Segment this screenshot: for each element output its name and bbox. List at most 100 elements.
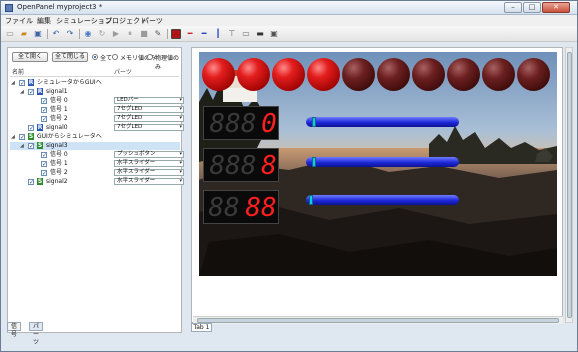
horizontal-slider-2[interactable] [306, 157, 459, 167]
lamp-indicator [342, 58, 375, 91]
horizontal-slider-1[interactable] [306, 117, 459, 127]
filter-memory-radio[interactable] [112, 54, 118, 60]
tab-signals[interactable]: 信号 [7, 322, 22, 338]
build-icon[interactable]: ✎ [153, 29, 163, 39]
chevron-down-icon: ▾ [179, 115, 182, 121]
menu-simulation[interactable]: シミュレーション [56, 16, 112, 26]
save-icon[interactable]: ▣ [33, 29, 43, 39]
minimize-button[interactable]: – [504, 2, 522, 13]
collapse-arrow-icon[interactable]: ◢ [20, 142, 24, 150]
checkbox[interactable]: ✓ [41, 116, 47, 123]
expand-all-button[interactable]: 全て開く [12, 52, 48, 62]
play-icon[interactable]: ▶ [111, 29, 121, 39]
tree-label: 信号 0 [50, 97, 68, 104]
lamp-indicator [517, 58, 550, 91]
checkbox[interactable]: ✓ [28, 89, 34, 96]
refresh-icon[interactable]: ↻ [97, 29, 107, 39]
redo-icon[interactable]: ↷ [65, 29, 75, 39]
scroll-thumb[interactable] [567, 52, 572, 318]
inactive-digits: 88 [208, 193, 240, 223]
checkbox[interactable]: ✓ [28, 179, 34, 186]
chevron-down-icon: ▾ [179, 169, 182, 175]
app-window: OpenPanel myproject3 * – □ ✕ ファイル 編集 シミュ… [0, 0, 578, 352]
column-parts-header[interactable]: パーツ [114, 67, 132, 76]
tree-item-signal3-1[interactable]: ✓ 信号 1 [10, 160, 114, 168]
scroll-thumb[interactable] [197, 318, 559, 323]
tree-item-signal2[interactable]: ✓ S signal2 [10, 178, 114, 186]
pause-icon[interactable]: ⏸ [125, 29, 135, 39]
parts-dropdown[interactable]: 水平スライダー ▾ [114, 160, 184, 167]
tree-item-signal1-0[interactable]: ✓ 信号 0 [10, 97, 114, 105]
led-bar-part-icon[interactable]: ━ [185, 29, 195, 39]
slider-part-icon[interactable]: ━ [199, 29, 209, 39]
stop-icon[interactable]: ◉ [83, 29, 93, 39]
checkbox[interactable]: ✓ [28, 143, 34, 150]
send-signal-icon: S [37, 142, 43, 149]
chevron-down-icon: ▾ [179, 178, 182, 184]
active-digit: 0 [261, 109, 277, 139]
dropdown-value: 水平スライダー [117, 169, 156, 175]
menu-project[interactable]: プロジェクト [105, 16, 147, 26]
tree-item-signal3-0[interactable]: ✓ 信号 0 [10, 151, 114, 159]
open-icon[interactable]: ▰ [19, 29, 29, 39]
column-name-header[interactable]: 名前 [12, 67, 24, 76]
lamp-indicator [237, 58, 270, 91]
vertical-slider-part-icon[interactable]: ┃ [213, 29, 223, 39]
tree-item-signal3-2[interactable]: ✓ 信号 2 [10, 169, 114, 177]
parts-dropdown[interactable]: 水平スライダー ▾ [114, 169, 184, 176]
tree-item-signal0[interactable]: ✓ R signal0 [10, 124, 114, 132]
checkbox[interactable]: ✓ [19, 134, 25, 141]
push-button-part-icon[interactable]: ⊤ [227, 29, 237, 39]
filter-all-radio[interactable] [92, 54, 98, 60]
parts-dropdown[interactable]: 7セグLED ▾ [114, 115, 184, 122]
collapse-arrow-icon[interactable]: ◢ [20, 88, 24, 96]
lamp-indicator [482, 58, 515, 91]
tree-item-signal3[interactable]: ◢ ✓ S signal3 [10, 142, 180, 150]
parts-dropdown[interactable]: 7セグLED ▾ [114, 106, 184, 113]
tree-label: 信号 1 [50, 160, 68, 167]
parts-dropdown[interactable]: プッシュボタン ▾ [114, 151, 184, 158]
tab-canvas-1[interactable]: Tab 1 [191, 323, 212, 332]
frame-part-icon[interactable]: ▬ [255, 29, 265, 39]
tree-group-sim-to-gui[interactable]: ◢ ✓ R シミュレータからGUIへ [10, 79, 180, 87]
collapse-arrow-icon[interactable]: ◢ [11, 79, 15, 87]
checkbox[interactable]: ✓ [28, 125, 34, 132]
tree-item-signal1-2[interactable]: ✓ 信号 2 [10, 115, 114, 123]
slider-handle[interactable] [311, 117, 316, 127]
checkbox[interactable]: ✓ [41, 152, 47, 159]
checkbox[interactable]: ✓ [41, 107, 47, 114]
collapse-all-button[interactable]: 全て閉じる [52, 52, 88, 62]
checkbox[interactable]: ✓ [41, 161, 47, 168]
slider-handle[interactable] [311, 157, 316, 167]
parts-dropdown[interactable]: LEDバー ▾ [114, 97, 184, 104]
tree-label: 信号 2 [50, 115, 68, 122]
menu-parts[interactable]: パーツ [142, 16, 163, 26]
menu-file[interactable]: ファイル [5, 16, 33, 26]
close-button[interactable]: ✕ [542, 2, 570, 13]
undo-icon[interactable]: ↶ [51, 29, 61, 39]
dropdown-value: 水平スライダー [117, 160, 156, 166]
parts-dropdown[interactable]: 水平スライダー ▾ [114, 178, 184, 185]
image-part-icon[interactable]: ▣ [269, 29, 279, 39]
checkbox[interactable]: ✓ [41, 98, 47, 105]
filter-physical-radio[interactable] [147, 54, 153, 60]
toggle-part-icon[interactable]: ▭ [241, 29, 251, 39]
collapse-arrow-icon[interactable]: ◢ [11, 133, 15, 141]
menu-edit[interactable]: 編集 [37, 16, 51, 26]
lamp-part-icon[interactable] [171, 29, 181, 39]
checkbox[interactable]: ✓ [19, 80, 25, 87]
seven-segment-display-3: 88 88 [203, 190, 279, 224]
checkbox[interactable]: ✓ [41, 170, 47, 177]
vertical-scrollbar[interactable] [565, 47, 573, 323]
tree-group-gui-to-sim[interactable]: ◢ ✓ S GUIからシミュレータへ [10, 133, 180, 141]
new-icon[interactable]: ▭ [5, 29, 15, 39]
horizontal-scrollbar[interactable] [193, 316, 563, 324]
parts-dropdown[interactable]: 7セグLED ▾ [114, 124, 184, 131]
tree-item-signal1[interactable]: ◢ ✓ R signal1 [10, 88, 180, 96]
tree-item-signal1-1[interactable]: ✓ 信号 1 [10, 106, 114, 114]
horizontal-slider-3[interactable] [306, 195, 459, 205]
slider-handle[interactable] [308, 195, 313, 205]
step-icon[interactable]: ■ [139, 29, 149, 39]
tab-parts[interactable]: パーツ [29, 322, 44, 346]
maximize-button[interactable]: □ [523, 2, 541, 13]
